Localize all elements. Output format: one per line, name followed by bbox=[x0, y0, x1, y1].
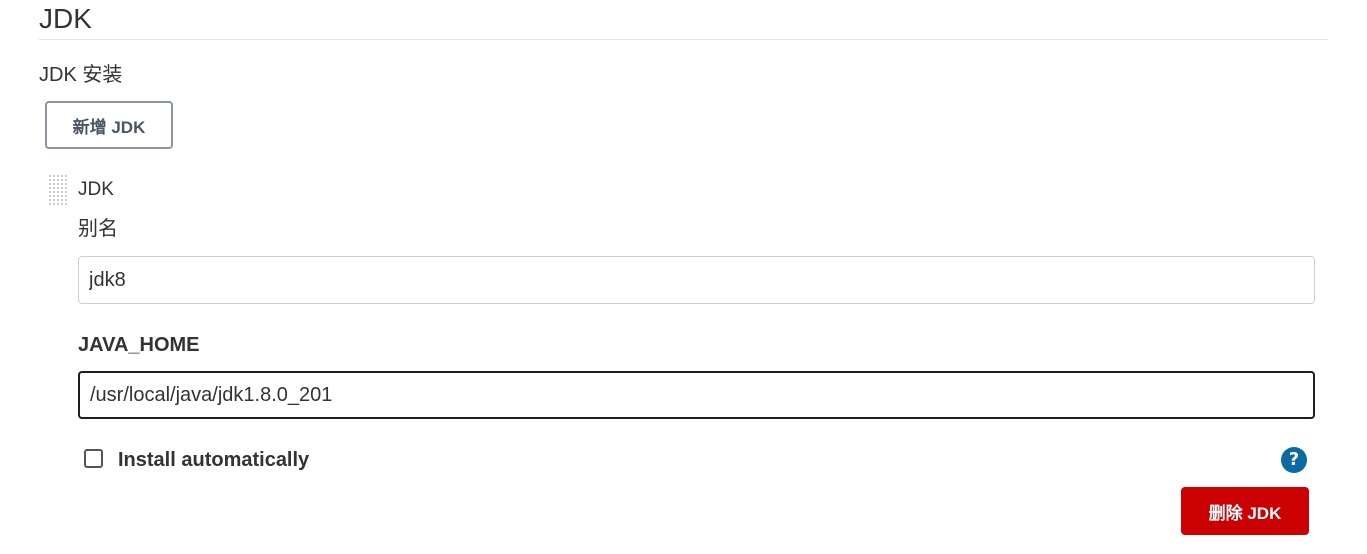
jdk-entry-title: JDK bbox=[78, 179, 114, 200]
add-jdk-button[interactable]: 新增 JDK bbox=[45, 101, 173, 149]
java-home-label: JAVA_HOME bbox=[78, 334, 200, 356]
alias-input[interactable] bbox=[78, 256, 1315, 304]
section-divider bbox=[39, 39, 1328, 40]
java-home-input[interactable] bbox=[78, 371, 1315, 419]
delete-jdk-button[interactable]: 删除 JDK bbox=[1181, 487, 1309, 535]
jdk-installations-label: JDK 安装 bbox=[39, 64, 123, 86]
install-automatically-label[interactable]: Install automatically bbox=[118, 448, 309, 472]
section-title: JDK bbox=[39, 3, 92, 34]
drag-handle-icon[interactable] bbox=[48, 174, 68, 206]
jdk-config-page: JDK JDK 安装 新增 JDK JDK 别名 JAVA_HOME Insta… bbox=[0, 0, 1367, 554]
help-icon[interactable]: ? bbox=[1281, 447, 1307, 473]
install-automatically-checkbox[interactable] bbox=[84, 449, 103, 468]
alias-label: 别名 bbox=[78, 218, 118, 240]
